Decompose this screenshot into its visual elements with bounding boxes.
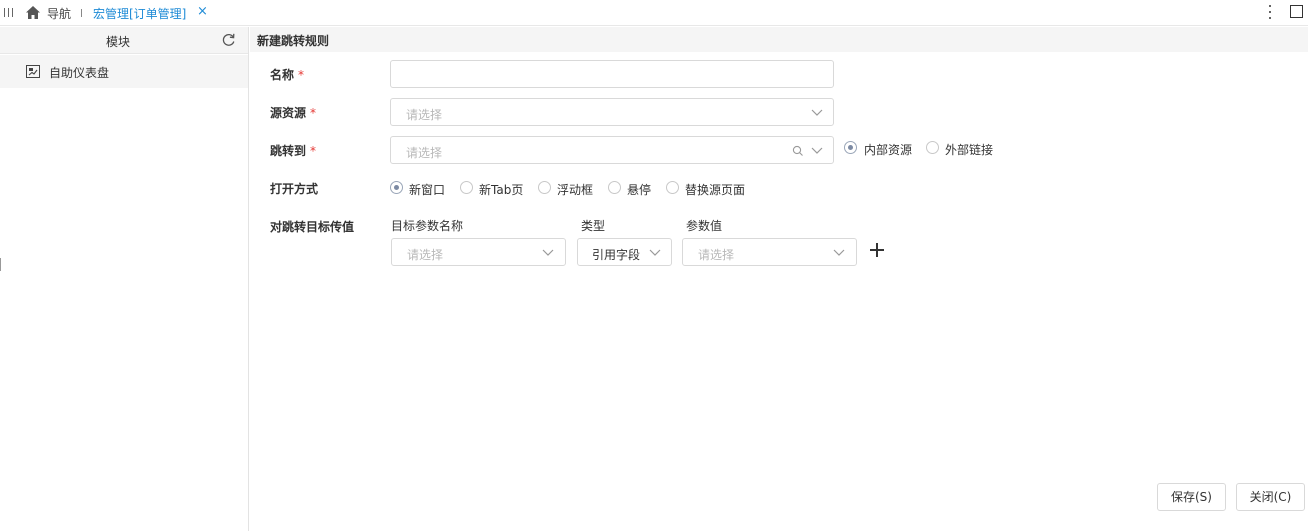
form-header: 新建跳转规则 xyxy=(250,27,1308,52)
radio-new-tab[interactable] xyxy=(460,181,473,194)
required-mark: * xyxy=(310,144,317,158)
radio-internal-resource[interactable] xyxy=(844,141,857,154)
replace-source-label[interactable]: 替换源页面 xyxy=(685,181,745,198)
param-type-select[interactable]: 引用字段 xyxy=(577,238,672,266)
nav-label[interactable]: 导航 xyxy=(47,5,71,22)
internal-resource-label[interactable]: 内部资源 xyxy=(864,141,912,158)
target-placeholder: 请选择 xyxy=(406,146,443,160)
chevron-down-icon xyxy=(833,249,845,257)
radio-hover[interactable] xyxy=(608,181,621,194)
param-value-placeholder: 请选择 xyxy=(698,248,735,262)
name-input[interactable] xyxy=(390,60,834,88)
sidebar-header: 模块 xyxy=(0,27,248,54)
param-type-column-header: 类型 xyxy=(581,219,606,233)
source-label: 源资源 * xyxy=(270,104,316,121)
chevron-down-icon xyxy=(811,109,823,117)
param-name-select[interactable]: 请选择 xyxy=(391,238,566,266)
params-label-text: 对跳转目标传值 xyxy=(270,220,355,234)
chevron-down-icon xyxy=(649,249,661,257)
floating-box-label[interactable]: 浮动框 xyxy=(557,181,593,198)
radio-new-window[interactable] xyxy=(390,181,403,194)
param-name-placeholder: 请选择 xyxy=(407,248,444,262)
maximize-icon[interactable] xyxy=(1290,5,1303,18)
nav-divider xyxy=(81,9,82,17)
source-select[interactable]: 请选择 xyxy=(390,98,834,126)
dashboard-icon xyxy=(26,65,40,78)
sidebar-item-label: 自助仪表盘 xyxy=(49,66,110,80)
target-label: 跳转到 * xyxy=(270,142,316,159)
param-name-column-header: 目标参数名称 xyxy=(391,219,464,233)
param-type-value: 引用字段 xyxy=(592,248,641,262)
splitter-handle[interactable] xyxy=(0,258,1,271)
target-select[interactable]: 请选择 xyxy=(390,136,834,164)
radio-external-link[interactable] xyxy=(926,141,939,154)
param-value-column-header: 参数值 xyxy=(686,219,723,233)
name-label: 名称 * xyxy=(270,66,304,83)
radio-floating-box[interactable] xyxy=(538,181,551,194)
chevron-down-icon xyxy=(542,249,554,257)
refresh-icon[interactable] xyxy=(221,32,236,47)
close-tab-icon[interactable]: × xyxy=(197,4,208,19)
open-mode-label-text: 打开方式 xyxy=(270,182,319,196)
sidebar-title: 模块 xyxy=(105,35,130,49)
chevron-down-icon xyxy=(811,147,823,155)
close-button[interactable]: 关闭(C) xyxy=(1236,483,1305,511)
required-mark: * xyxy=(310,106,317,120)
required-mark: * xyxy=(298,68,305,82)
grip-icon[interactable] xyxy=(4,8,13,17)
new-window-label[interactable]: 新窗口 xyxy=(409,181,445,198)
top-bar: 导航 宏管理[订单管理] × xyxy=(0,0,1308,26)
open-mode-label: 打开方式 xyxy=(270,180,318,197)
new-tab-label[interactable]: 新Tab页 xyxy=(479,181,523,198)
name-label-text: 名称 xyxy=(270,68,295,82)
tab-macro-management[interactable]: 宏管理[订单管理] xyxy=(93,5,186,22)
home-icon[interactable] xyxy=(25,5,41,20)
add-param-icon[interactable] xyxy=(870,243,884,257)
sidebar: 模块 自助仪表盘 xyxy=(0,27,249,531)
target-label-text: 跳转到 xyxy=(270,144,307,158)
external-link-label[interactable]: 外部链接 xyxy=(945,141,993,158)
more-icon[interactable] xyxy=(1267,4,1273,20)
search-icon[interactable] xyxy=(792,145,804,157)
page-title: 新建跳转规则 xyxy=(257,34,330,48)
sidebar-item-dashboard[interactable]: 自助仪表盘 xyxy=(0,55,248,88)
source-label-text: 源资源 xyxy=(270,106,307,120)
params-label: 对跳转目标传值 xyxy=(270,218,354,235)
source-placeholder: 请选择 xyxy=(406,108,443,122)
save-button[interactable]: 保存(S) xyxy=(1157,483,1226,511)
param-value-select[interactable]: 请选择 xyxy=(682,238,857,266)
radio-replace-source[interactable] xyxy=(666,181,679,194)
hover-label[interactable]: 悬停 xyxy=(627,181,651,198)
